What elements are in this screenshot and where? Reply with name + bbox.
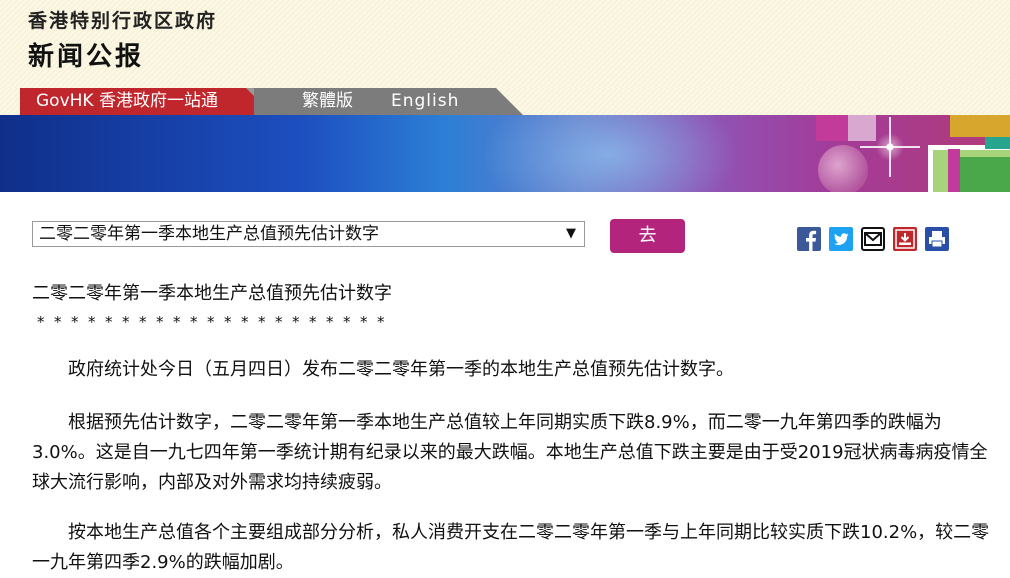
press-release-article: 二零二零年第一季本地生产总值预先估计数字 *******************…: [32, 280, 997, 573]
title-separator: *********************: [37, 313, 394, 331]
banner-block: [950, 115, 1010, 137]
download-icon[interactable]: [893, 227, 917, 251]
english-link[interactable]: English: [391, 88, 459, 115]
banner-block: [948, 149, 960, 192]
twitter-icon[interactable]: [829, 227, 853, 251]
header-banner: [0, 115, 1010, 192]
govhk-label: GovHK 香港政府一站通: [36, 91, 218, 111]
article-paragraph: 根据预先估计数字，二零二零年第一季本地生产总值较上年同期实质下跌8.9%，而二零…: [32, 412, 988, 493]
banner-sparkle-ray: [889, 117, 891, 177]
go-button[interactable]: 去: [610, 219, 685, 253]
page-header: 香港特别行政区政府 新闻公报: [0, 0, 1010, 88]
language-tabs: 繁體版 English: [254, 88, 523, 115]
press-release-select[interactable]: 二零二零年第一季本地生产总值预先估计数字 ▼: [32, 221, 585, 247]
print-icon[interactable]: [925, 227, 949, 251]
banner-glow: [480, 115, 740, 192]
org-name: 香港特别行政区政府: [28, 10, 218, 32]
email-icon[interactable]: [861, 227, 885, 251]
select-value: 二零二零年第一季本地生产总值预先估计数字: [39, 224, 379, 244]
section-title: 新闻公报: [28, 42, 145, 72]
article-paragraph: 政府统计处今日（五月四日）发布二零二零年第一季的本地生产总值预先估计数字。: [68, 359, 734, 380]
banner-block: [985, 137, 1010, 149]
facebook-icon[interactable]: [797, 227, 821, 251]
top-nav: GovHK 香港政府一站通 繁體版 English: [0, 88, 1010, 115]
banner-circle: [818, 145, 868, 192]
banner-block: [960, 157, 1010, 192]
article-paragraph: 按本地生产总值各个主要组成部分分析，私人消费开支在二零二零年第一季与上年同期比较…: [32, 522, 990, 573]
banner-square: [816, 115, 848, 141]
traditional-chinese-link[interactable]: 繁體版: [302, 88, 353, 115]
chevron-down-icon: ▼: [566, 226, 576, 241]
govhk-link[interactable]: GovHK 香港政府一站通: [20, 88, 273, 115]
article-title: 二零二零年第一季本地生产总值预先估计数字: [32, 283, 392, 304]
